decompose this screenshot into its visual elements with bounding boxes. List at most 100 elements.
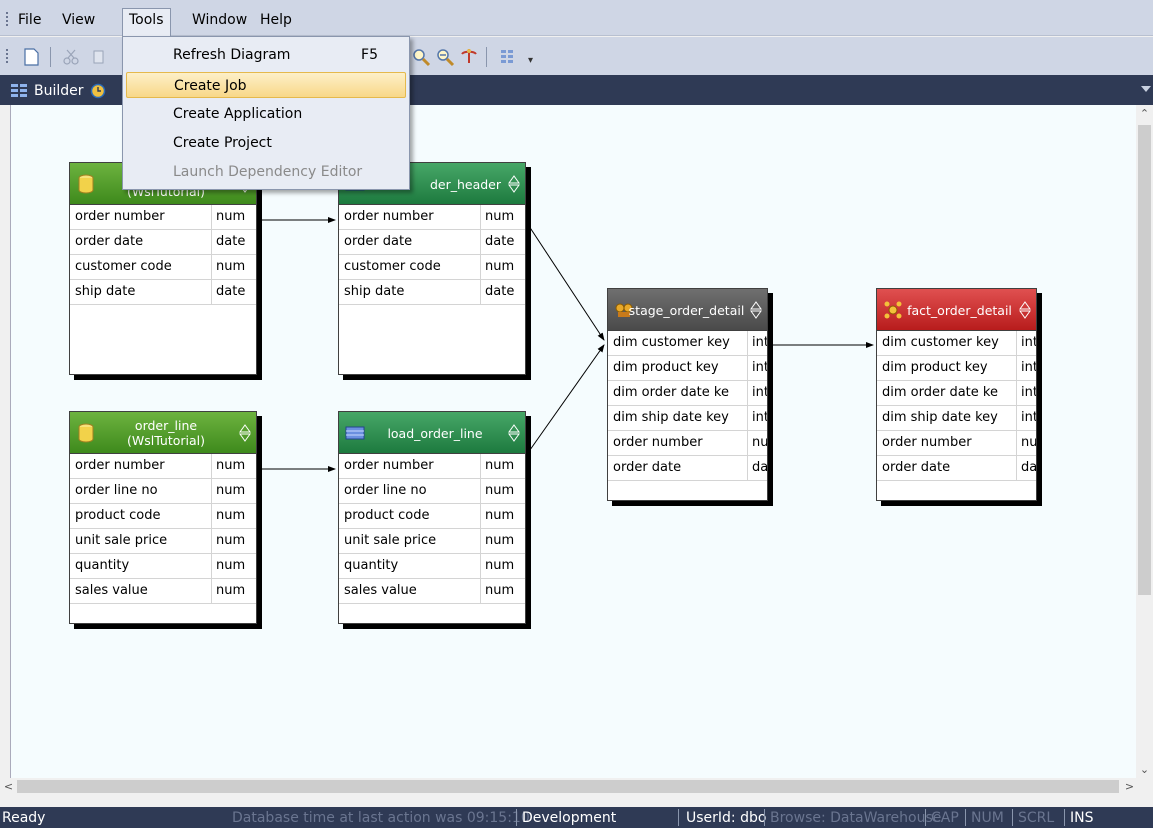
menu-view[interactable]: View bbox=[56, 9, 101, 33]
table-row[interactable]: order numbernum bbox=[339, 205, 525, 230]
status-ins: INS bbox=[1070, 810, 1094, 826]
table-row[interactable]: quantity num bbox=[70, 554, 256, 579]
scroll-down-icon[interactable]: ⌄ bbox=[1136, 761, 1153, 778]
status-cap: CAP bbox=[931, 810, 959, 826]
table-row[interactable]: order datedate bbox=[877, 456, 1036, 481]
sort-toggle-icon[interactable] bbox=[508, 424, 520, 442]
menu-item-launch-dependency-editor: Launch Dependency Editor bbox=[173, 164, 363, 180]
table-load-order-line[interactable]: load_order_line order number num order li… bbox=[338, 411, 526, 624]
table-header[interactable]: load_order_line bbox=[339, 412, 525, 454]
table-row[interactable]: sales value num bbox=[70, 579, 256, 604]
table-header[interactable]: stage_order_detail bbox=[608, 289, 767, 331]
status-user: UserId: dbo bbox=[686, 810, 767, 826]
sort-toggle-icon[interactable] bbox=[1019, 301, 1031, 319]
zoom-out-icon[interactable] bbox=[434, 46, 456, 68]
table-row[interactable]: order datedate bbox=[339, 230, 525, 255]
sort-toggle-icon[interactable] bbox=[750, 301, 762, 319]
table-row[interactable]: order numbernum bbox=[339, 454, 525, 479]
table-stage-order-detail[interactable]: stage_order_detail dim customer keyinte … bbox=[607, 288, 768, 501]
status-ready: Ready bbox=[2, 810, 46, 826]
sort-toggle-icon[interactable] bbox=[508, 175, 520, 193]
table-row[interactable]: order numbernum bbox=[877, 431, 1036, 456]
menu-item-refresh-diagram[interactable]: Refresh Diagram F5 bbox=[126, 42, 406, 68]
table-title: order_line (WslTutorial) bbox=[126, 418, 206, 448]
table-row[interactable]: product code num bbox=[70, 504, 256, 529]
table-row[interactable]: dim product keyinte bbox=[877, 356, 1036, 381]
table-row[interactable]: order numbernum bbox=[70, 454, 256, 479]
table-title: load_order_line bbox=[387, 425, 483, 441]
menu-item-create-job[interactable]: Create Job bbox=[126, 72, 406, 98]
menu-help[interactable]: Help bbox=[254, 9, 298, 33]
database-cylinder-icon bbox=[78, 423, 94, 443]
tab-list-dropdown-icon[interactable] bbox=[1141, 86, 1151, 92]
table-row[interactable]: order line no num bbox=[70, 479, 256, 504]
table-header[interactable]: order_line (WslTutorial) bbox=[70, 412, 256, 454]
table-row[interactable]: order datedate bbox=[70, 230, 256, 255]
tab-builder-label: Builder bbox=[34, 83, 84, 99]
scroll-left-icon[interactable]: < bbox=[0, 778, 17, 795]
load-table-icon bbox=[345, 426, 365, 440]
table-row[interactable]: dim ship date keyinte bbox=[877, 406, 1036, 431]
table-row[interactable]: order datedate bbox=[608, 456, 767, 481]
table-row[interactable]: unit sale price num bbox=[339, 529, 525, 554]
grid-layout-icon[interactable] bbox=[496, 46, 518, 68]
status-browse: Browse: DataWarehouse bbox=[770, 810, 942, 826]
table-title: stage_order_detail bbox=[628, 302, 745, 318]
table-row[interactable]: order numbernum bbox=[70, 205, 256, 230]
toolbar-grip bbox=[6, 49, 8, 63]
table-header[interactable]: fact_order_detail bbox=[877, 289, 1036, 331]
horizontal-scroll-thumb[interactable] bbox=[17, 780, 1119, 793]
scroll-right-icon[interactable]: > bbox=[1121, 778, 1138, 795]
status-scrl: SCRL bbox=[1018, 810, 1055, 826]
menu-tools[interactable]: Tools bbox=[122, 8, 171, 36]
table-row[interactable]: unit sale price num bbox=[70, 529, 256, 554]
pan-hand-icon[interactable] bbox=[458, 46, 480, 68]
sort-toggle-icon[interactable] bbox=[239, 424, 251, 442]
diagram-canvas[interactable]: or(WslTutorial) order numbernum order da… bbox=[10, 105, 1136, 778]
connector-load-line-to-stage bbox=[524, 344, 605, 458]
table-row[interactable]: customer code num bbox=[339, 255, 525, 280]
table-fact-order-detail[interactable]: fact_order_detail dim customer keyinte d… bbox=[876, 288, 1037, 501]
table-title: fact_order_detail bbox=[907, 302, 1012, 318]
table-row[interactable]: quantity num bbox=[339, 554, 525, 579]
new-document-icon[interactable] bbox=[20, 46, 42, 68]
status-bar: Ready Database time at last action was 0… bbox=[0, 807, 1153, 828]
scroll-up-icon[interactable]: ⌃ bbox=[1136, 105, 1153, 122]
table-row[interactable]: ship date date bbox=[339, 280, 525, 305]
table-order-header-source[interactable]: or(WslTutorial) order numbernum order da… bbox=[69, 162, 257, 375]
table-row[interactable]: dim product keyinte bbox=[608, 356, 767, 381]
horizontal-scrollbar[interactable]: < > bbox=[0, 778, 1153, 795]
scheduler-clock-icon[interactable] bbox=[90, 83, 106, 99]
tab-builder[interactable]: Builder bbox=[10, 80, 106, 102]
vertical-scroll-thumb[interactable] bbox=[1138, 125, 1151, 595]
table-row[interactable]: order line no num bbox=[339, 479, 525, 504]
shortcut-label: F5 bbox=[361, 47, 378, 63]
table-row[interactable]: ship date date bbox=[70, 280, 256, 305]
connector-load-header-to-stage bbox=[524, 219, 605, 341]
cut-icon[interactable] bbox=[60, 46, 82, 68]
database-cylinder-icon bbox=[78, 174, 94, 194]
status-num: NUM bbox=[971, 810, 1004, 826]
table-row[interactable]: dim order date keinte bbox=[877, 381, 1036, 406]
menu-item-create-application[interactable]: Create Application bbox=[126, 101, 406, 127]
zoom-in-icon[interactable] bbox=[410, 46, 432, 68]
builder-grid-icon bbox=[11, 84, 27, 97]
menu-bar: File View Tools Window Help bbox=[0, 0, 1153, 36]
table-row[interactable]: dim order date keinte bbox=[608, 381, 767, 406]
table-row[interactable]: sales value num bbox=[339, 579, 525, 604]
table-row[interactable]: dim customer keyinte bbox=[877, 331, 1036, 356]
table-load-order-header[interactable]: der_header order number num order date dat… bbox=[338, 162, 526, 375]
table-row[interactable]: product code num bbox=[339, 504, 525, 529]
menu-item-create-project[interactable]: Create Project bbox=[126, 130, 406, 156]
table-row[interactable]: dim ship date keyinte bbox=[608, 406, 767, 431]
table-order-line-source[interactable]: order_line (WslTutorial) order number num … bbox=[69, 411, 257, 624]
status-db-time: Database time at last action was 09:15:1… bbox=[232, 810, 530, 826]
vertical-scrollbar[interactable]: ⌃ ⌄ bbox=[1136, 105, 1153, 778]
copy-icon[interactable] bbox=[86, 46, 108, 68]
table-row[interactable]: order numbernum bbox=[608, 431, 767, 456]
table-row[interactable]: customer code num bbox=[70, 255, 256, 280]
toolbar-overflow-icon[interactable]: ▾ bbox=[528, 55, 533, 66]
menu-window[interactable]: Window bbox=[186, 9, 253, 33]
table-row[interactable]: dim customer keyinte bbox=[608, 331, 767, 356]
menu-file[interactable]: File bbox=[12, 9, 47, 33]
